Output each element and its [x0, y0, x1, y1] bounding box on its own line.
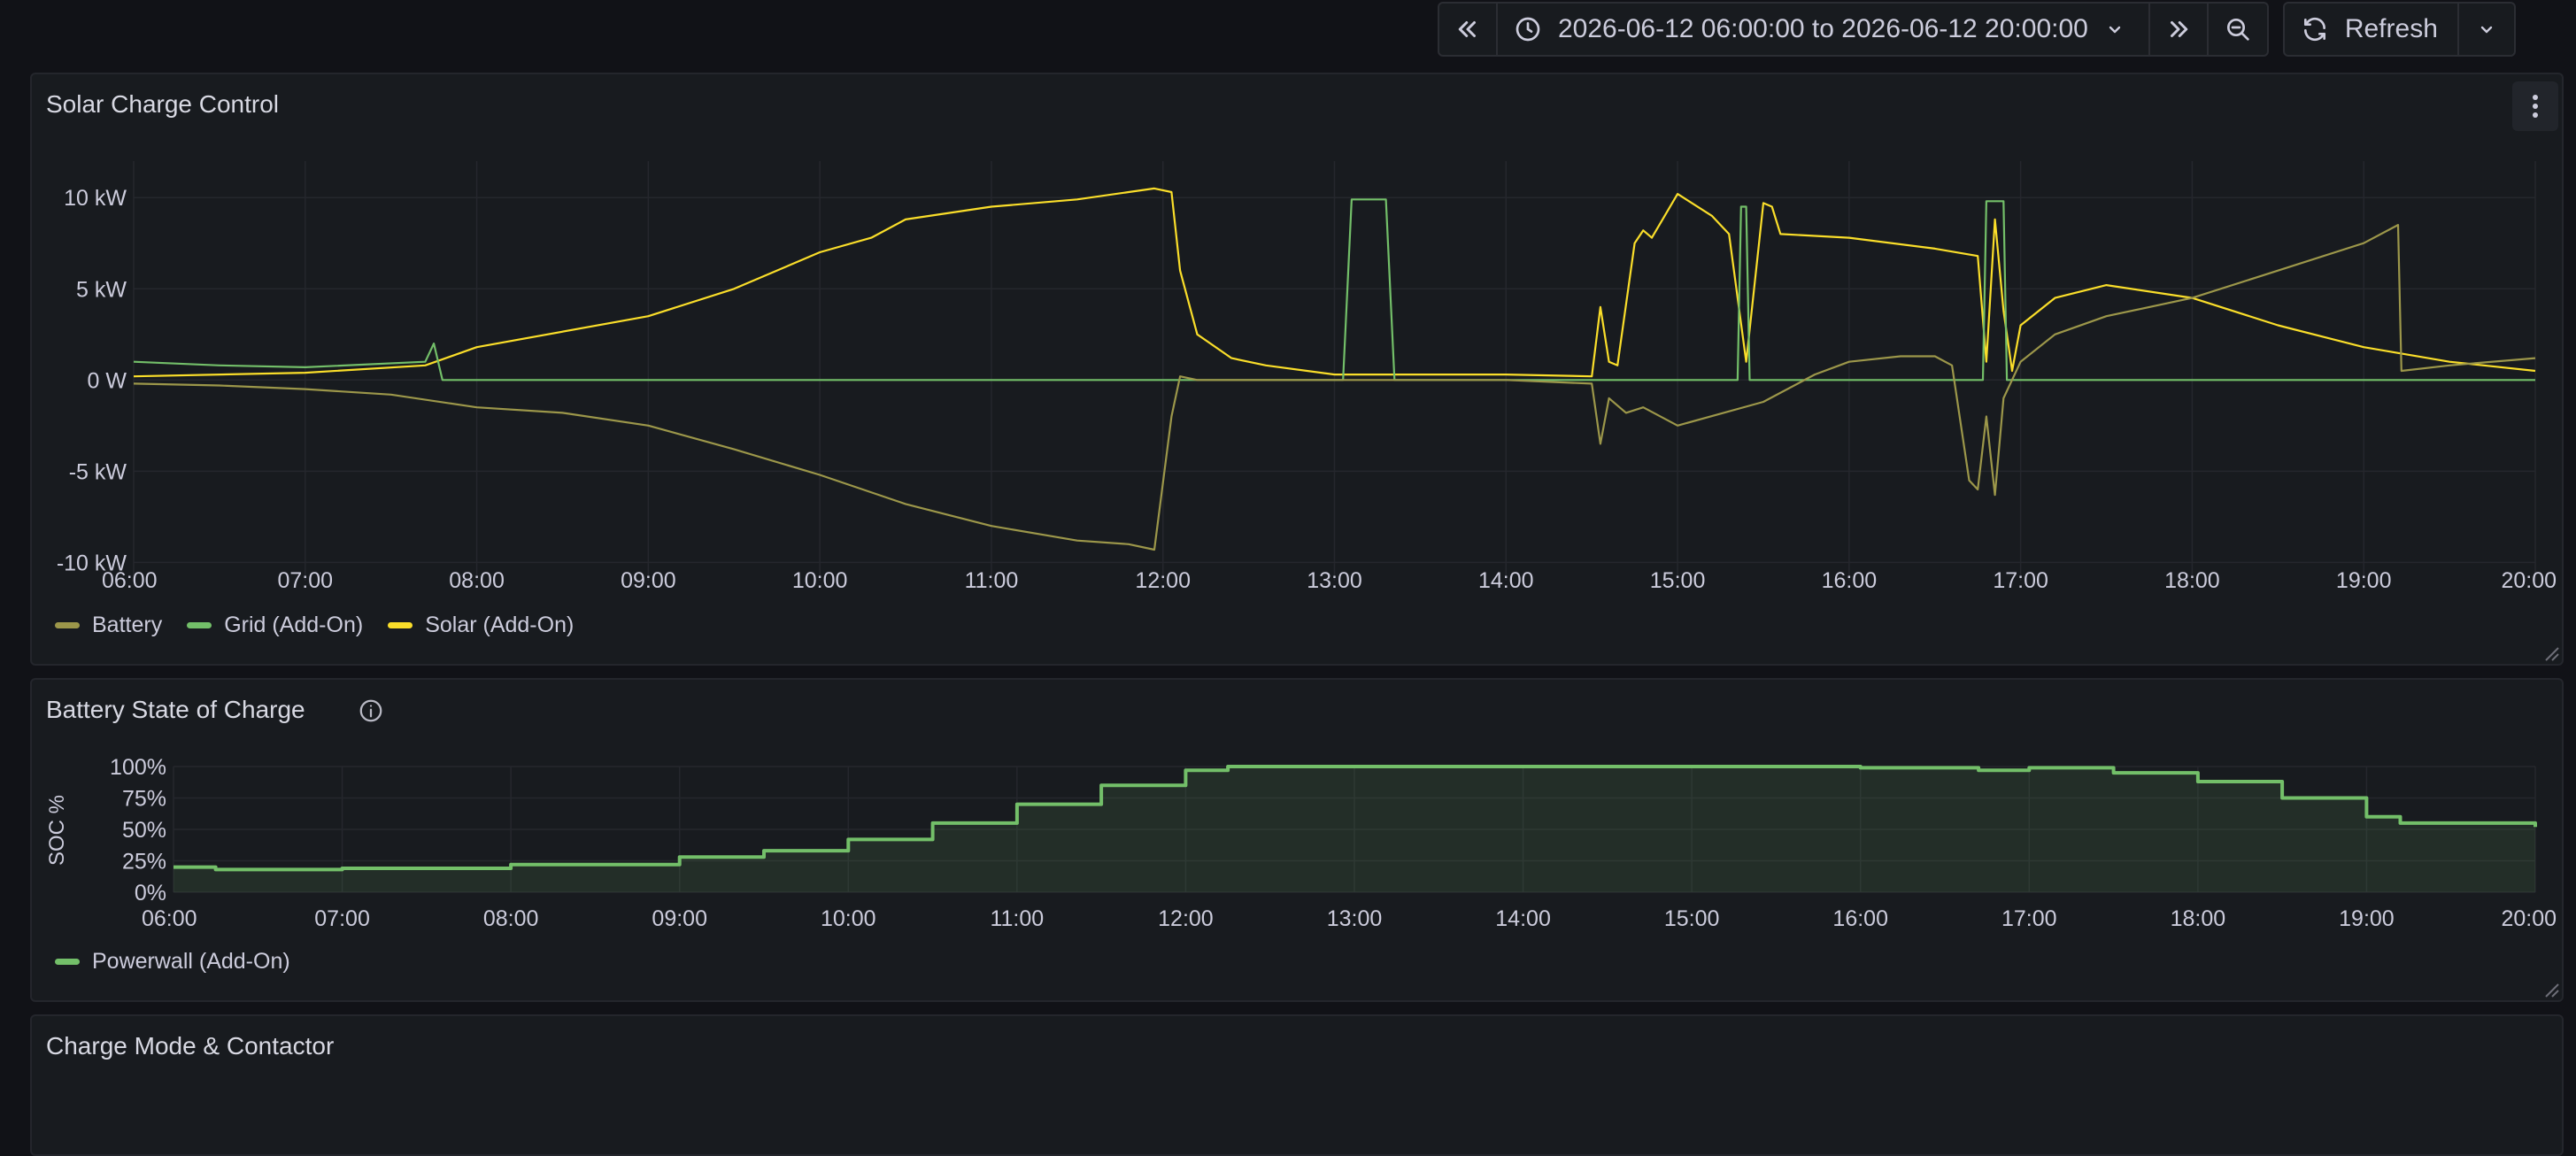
- clock-icon: [1516, 17, 1540, 42]
- time-picker-group: 2026-06-12 06:00:00 to 2026-06-12 20:00:…: [1438, 2, 2269, 57]
- refresh-group: Refresh: [2282, 2, 2516, 57]
- y-tick-label: 100%: [110, 755, 166, 780]
- legend-label: Battery: [92, 613, 163, 637]
- soc-legend: Powerwall (Add-On): [55, 949, 290, 975]
- refresh-interval-dropdown[interactable]: [2459, 4, 2514, 55]
- x-tick-label: 08:00: [449, 568, 505, 593]
- y-tick-label: 5 kW: [76, 277, 127, 302]
- x-tick-label: 13:00: [1327, 906, 1383, 931]
- x-tick-label: 19:00: [2336, 568, 2392, 593]
- x-tick-label: 08:00: [483, 906, 539, 931]
- x-tick-label: 15:00: [1650, 568, 1706, 593]
- time-range-picker[interactable]: 2026-06-12 06:00:00 to 2026-06-12 20:00:…: [1498, 4, 2150, 55]
- y-tick-label: -5 kW: [69, 459, 127, 484]
- y-tick-label: 25%: [122, 850, 166, 875]
- refresh-icon: [2303, 17, 2325, 42]
- y-tick-label: -10 kW: [57, 551, 127, 575]
- y-tick-label: 0 W: [88, 368, 127, 393]
- legend-item[interactable]: Grid (Add-On): [187, 613, 363, 638]
- x-tick-label: 17:00: [2001, 906, 2057, 931]
- y-tick-label: 10 kW: [64, 186, 127, 211]
- x-tick-label: 16:00: [1832, 906, 1888, 931]
- legend-label: Grid (Add-On): [224, 613, 364, 637]
- x-tick-label: 15:00: [1664, 906, 1720, 931]
- legend-swatch: [55, 622, 80, 628]
- x-tick-label: 14:00: [1495, 906, 1551, 931]
- x-tick-label: 07:00: [278, 568, 334, 593]
- y-axis-label: SOC %: [45, 795, 69, 866]
- y-tick-label: 75%: [122, 787, 166, 812]
- refresh-label: Refresh: [2344, 14, 2438, 43]
- y-tick-label: 0%: [135, 881, 166, 906]
- zoom-out-icon: [2226, 19, 2249, 41]
- legend-item[interactable]: Battery: [55, 613, 162, 638]
- x-tick-label: 10:00: [821, 906, 876, 931]
- solar-legend: Battery Grid (Add-On) Solar (Add-On): [55, 613, 574, 638]
- x-tick-label: 12:00: [1158, 906, 1214, 931]
- double-chevron-right-icon: [2170, 21, 2188, 37]
- double-chevron-left-icon: [1458, 21, 1476, 37]
- x-tick-label: 14:00: [1478, 568, 1534, 593]
- x-tick-label: 18:00: [2164, 568, 2220, 593]
- x-tick-label: 09:00: [621, 568, 676, 593]
- time-range-text: 2026-06-12 06:00:00 to 2026-06-12 20:00:…: [1558, 14, 2088, 43]
- resize-handle-icon[interactable]: [2541, 643, 2560, 662]
- legend-swatch: [388, 622, 413, 628]
- legend-swatch: [55, 959, 80, 965]
- refresh-button[interactable]: Refresh: [2285, 4, 2459, 55]
- x-tick-label: 19:00: [2339, 906, 2395, 931]
- x-tick-label: 17:00: [1993, 568, 2048, 593]
- soc-chart[interactable]: 06:00 07:00 08:00 09:00 10:00 11:00 12:00 13:00…: [32, 680, 2562, 945]
- chevron-down-icon: [2480, 26, 2493, 34]
- x-tick-label: 20:00: [2501, 568, 2557, 593]
- zoom-out-button[interactable]: [2209, 4, 2267, 55]
- x-tick-label: 11:00: [965, 568, 1019, 593]
- legend-label: Solar (Add-On): [425, 613, 575, 637]
- y-tick-label: 50%: [122, 818, 166, 843]
- charge-mode-panel: Charge Mode & Contactor: [30, 1014, 2564, 1156]
- shift-back-button[interactable]: [1439, 4, 1498, 55]
- x-tick-label: 12:00: [1135, 568, 1191, 593]
- resize-handle-icon[interactable]: [2541, 979, 2560, 998]
- legend-item[interactable]: Powerwall (Add-On): [55, 949, 290, 975]
- x-tick-label: 06:00: [142, 906, 197, 931]
- solar-charge-panel: Solar Charge Control 06:00 07:00 08:00 09:0…: [30, 73, 2564, 666]
- solar-chart[interactable]: 06:00 07:00 08:00 09:00 10:00 11:00 12:00 13:00…: [32, 74, 2562, 605]
- legend-item[interactable]: Solar (Add-On): [388, 613, 574, 638]
- panel-title: Charge Mode & Contactor: [46, 1032, 335, 1060]
- x-tick-label: 11:00: [990, 906, 1044, 931]
- x-tick-label: 10:00: [792, 568, 848, 593]
- x-tick-label: 18:00: [2171, 906, 2226, 931]
- chevron-down-icon: [2109, 26, 2121, 34]
- legend-swatch: [187, 622, 212, 628]
- battery-soc-panel: Battery State of Charge 06:00 07:00 08:00 0…: [30, 678, 2564, 1002]
- x-tick-label: 13:00: [1307, 568, 1362, 593]
- x-tick-label: 20:00: [2501, 906, 2557, 931]
- x-tick-label: 16:00: [1822, 568, 1878, 593]
- shift-forward-button[interactable]: [2150, 4, 2209, 55]
- legend-label: Powerwall (Add-On): [92, 949, 290, 974]
- time-toolbar: 2026-06-12 06:00:00 to 2026-06-12 20:00:…: [1438, 2, 2516, 57]
- x-tick-label: 09:00: [652, 906, 707, 931]
- x-tick-label: 07:00: [314, 906, 370, 931]
